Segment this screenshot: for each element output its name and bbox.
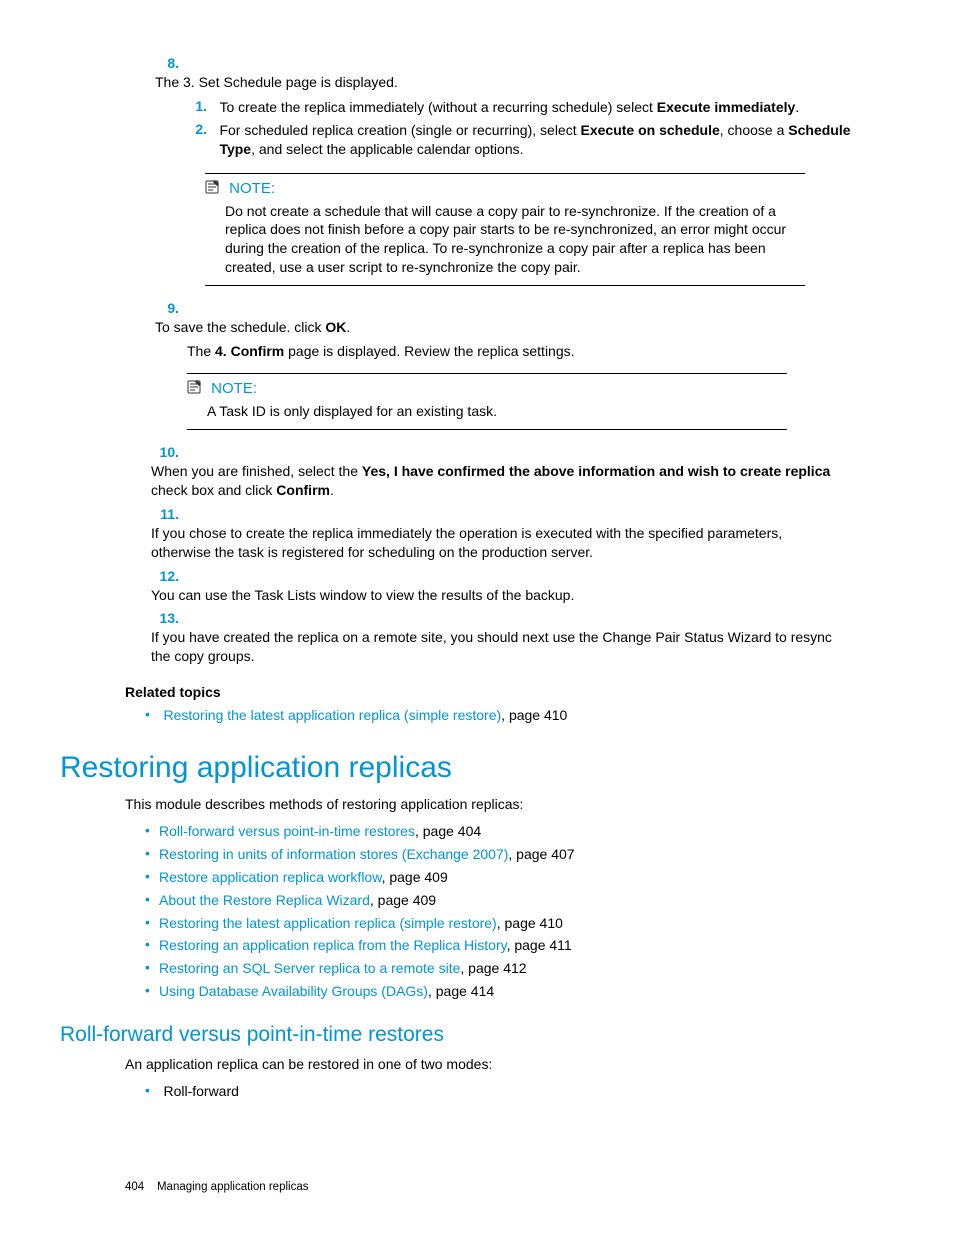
step-text: If you have created the replica on a rem…	[151, 628, 841, 666]
subsection-heading: Roll-forward versus point-in-time restor…	[60, 1023, 864, 1047]
step-number: 11.	[151, 506, 185, 522]
bullet-icon: •	[145, 914, 159, 930]
note-label: NOTE:	[229, 180, 275, 197]
toc-link[interactable]: About the Restore Replica Wizard	[159, 892, 370, 908]
toc-link[interactable]: Restoring an SQL Server replica to a rem…	[159, 960, 460, 976]
bullet-icon: •	[145, 845, 159, 861]
related-link[interactable]: Restoring the latest application replica…	[163, 707, 501, 723]
note-icon	[187, 380, 203, 398]
footer-title: Managing application replicas	[157, 1181, 309, 1193]
substep-number: 1.	[187, 98, 215, 114]
bullet-icon: •	[145, 959, 159, 975]
bullet-icon: •	[145, 868, 159, 884]
list-item: •Restoring the latest application replic…	[145, 914, 864, 933]
toc-link[interactable]: Roll-forward versus point-in-time restor…	[159, 823, 415, 839]
step-text: If you chose to create the replica immed…	[151, 524, 841, 562]
list-item: •Restoring in units of information store…	[145, 845, 864, 864]
step-text: When you are finished, select the Yes, I…	[151, 462, 841, 500]
step-number: 9.	[155, 300, 187, 316]
note-body: A Task ID is only displayed for an exist…	[207, 402, 787, 421]
list-item: • Restoring the latest application repli…	[145, 706, 864, 725]
bullet-icon: •	[145, 1082, 159, 1098]
note-box: NOTE: A Task ID is only displayed for an…	[187, 373, 787, 430]
step-12: 12. You can use the Task Lists window to…	[151, 568, 864, 605]
mode-text: Roll-forward	[163, 1082, 823, 1101]
step-number: 13.	[151, 610, 185, 626]
note-icon	[205, 180, 221, 198]
subsection-intro: An application replica can be restored i…	[125, 1055, 864, 1074]
section-heading: Restoring application replicas	[60, 751, 864, 785]
list-item: •Restore application replica workflow, p…	[145, 868, 864, 887]
toc-link[interactable]: Restoring in units of information stores…	[159, 846, 508, 862]
substep-text: For scheduled replica creation (single o…	[219, 121, 859, 159]
section-intro: This module describes methods of restori…	[125, 795, 864, 814]
bullet-icon: •	[145, 891, 159, 907]
list-item: • Roll-forward	[145, 1082, 864, 1101]
bullet-icon: •	[145, 982, 159, 998]
step-number: 12.	[151, 568, 185, 584]
substep-2: 2. For scheduled replica creation (singl…	[187, 121, 864, 159]
list-item: •Restoring an SQL Server replica to a re…	[145, 959, 864, 978]
list-item: •Using Database Availability Groups (DAG…	[145, 982, 864, 1001]
step-text: To save the schedule. click OK.	[155, 318, 855, 337]
substep-1: 1. To create the replica immediately (wi…	[187, 98, 864, 117]
step-9-para: The 4. Confirm page is displayed. Review…	[187, 343, 847, 359]
page-number: 404	[125, 1181, 144, 1193]
note-heading: NOTE:	[205, 180, 805, 198]
step-8: 8. The 3. Set Schedule page is displayed…	[155, 55, 864, 286]
page: 8. The 3. Set Schedule page is displayed…	[0, 0, 954, 1253]
note-body: Do not create a schedule that will cause…	[225, 202, 805, 278]
list-item: •Roll-forward versus point-in-time resto…	[145, 822, 864, 841]
list-item: •About the Restore Replica Wizard, page …	[145, 891, 864, 910]
bullet-icon: •	[145, 822, 159, 838]
page-footer: 404 Managing application replicas	[125, 1181, 864, 1193]
toc-link[interactable]: Using Database Availability Groups (DAGs…	[159, 983, 428, 999]
substep-text: To create the replica immediately (witho…	[219, 98, 859, 117]
step-9: 9. To save the schedule. click OK. The 4…	[155, 300, 864, 430]
note-box: NOTE: Do not create a schedule that will…	[205, 173, 805, 287]
step-11: 11. If you chose to create the replica i…	[151, 506, 864, 562]
step-10: 10. When you are finished, select the Ye…	[151, 444, 864, 500]
toc-link[interactable]: Restoring the latest application replica…	[159, 915, 497, 931]
list-item: •Restoring an application replica from t…	[145, 936, 864, 955]
note-heading: NOTE:	[187, 380, 787, 398]
bullet-icon: •	[145, 706, 159, 722]
related-topics-list: • Restoring the latest application repli…	[145, 706, 864, 725]
toc-link[interactable]: Restore application replica workflow	[159, 869, 382, 885]
bullet-icon: •	[145, 936, 159, 952]
note-label: NOTE:	[211, 380, 257, 397]
step-number: 10.	[151, 444, 185, 460]
step-number: 8.	[155, 55, 187, 71]
substep-number: 2.	[187, 121, 215, 137]
step-13: 13. If you have created the replica on a…	[151, 610, 864, 666]
related-topics-heading: Related topics	[125, 684, 864, 700]
step-text: The 3. Set Schedule page is displayed.	[155, 73, 855, 92]
modes-list: • Roll-forward	[145, 1082, 864, 1101]
toc-list: •Roll-forward versus point-in-time resto…	[145, 822, 864, 1001]
toc-link[interactable]: Restoring an application replica from th…	[159, 937, 507, 953]
step-text: You can use the Task Lists window to vie…	[151, 586, 841, 605]
